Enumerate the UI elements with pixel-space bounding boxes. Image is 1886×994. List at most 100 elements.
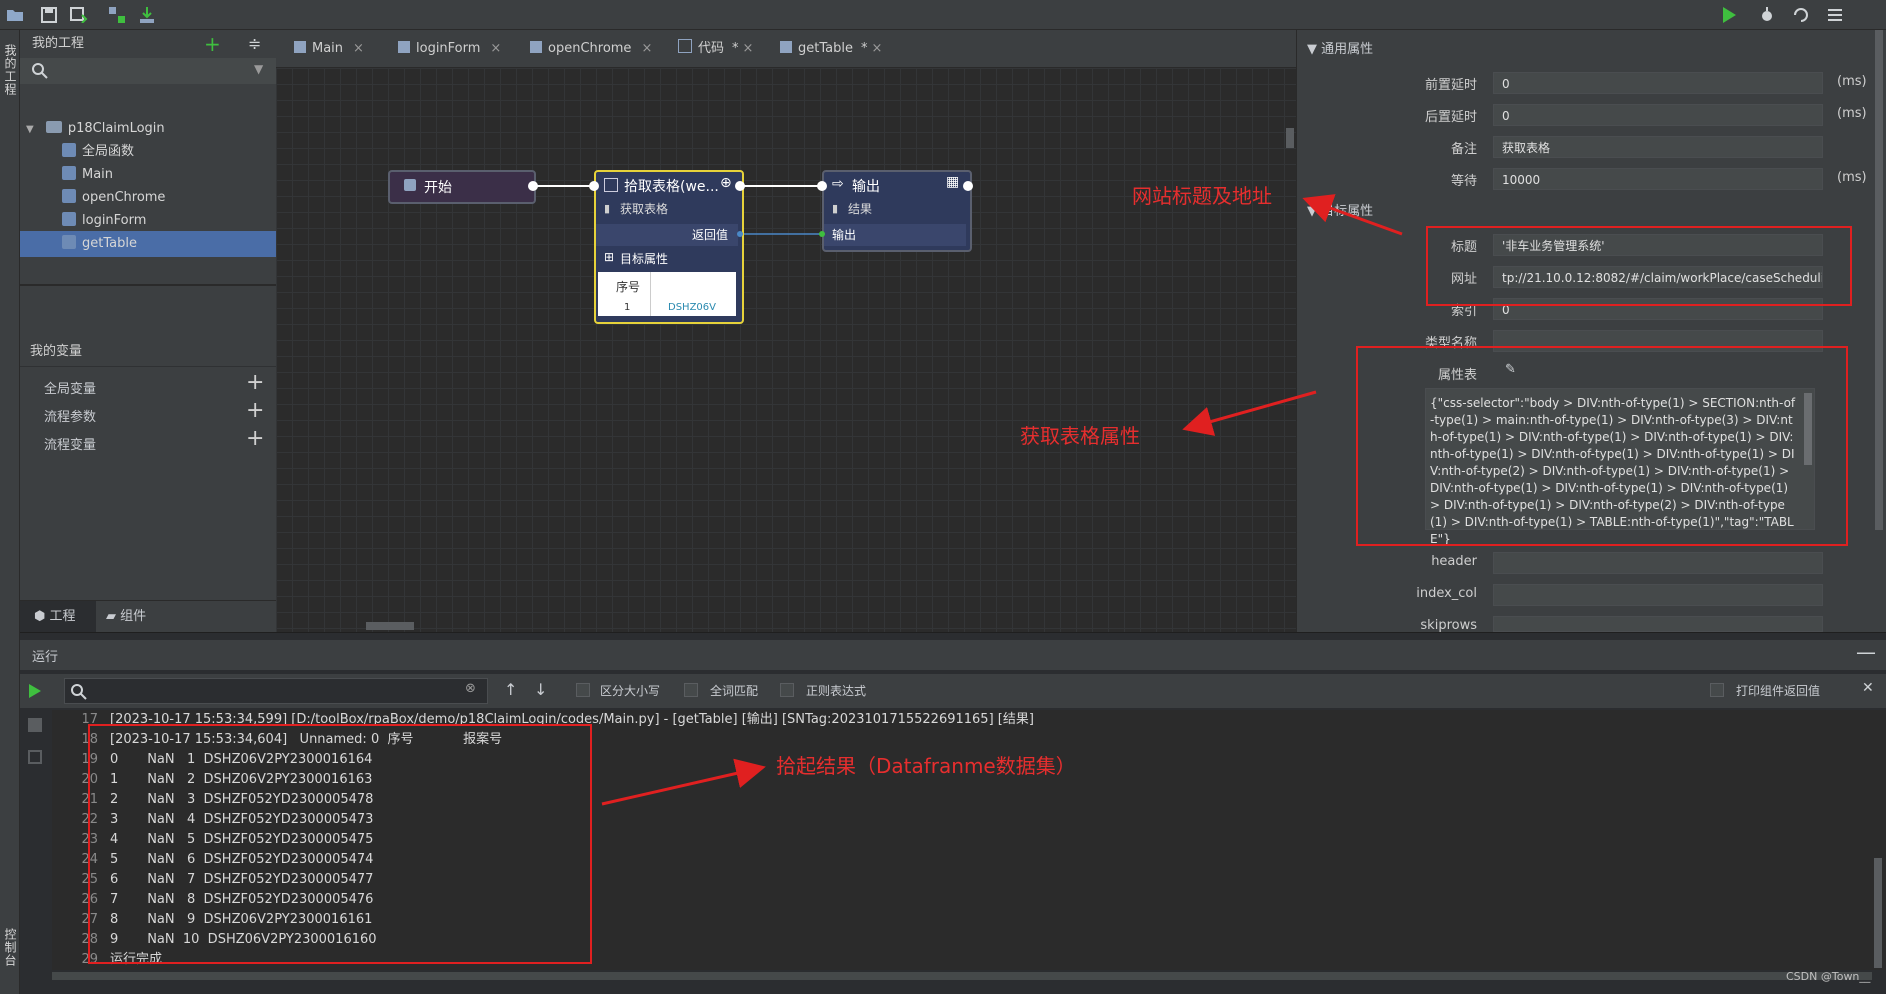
close-icon[interactable]: × <box>641 41 652 56</box>
tree-item-gettable[interactable]: getTable <box>20 231 276 257</box>
whole-word-checkbox[interactable] <box>684 683 698 697</box>
open-folder-icon[interactable] <box>4 4 26 26</box>
console-search-input[interactable]: ⊗ <box>64 678 488 704</box>
annotation-box-site <box>1426 226 1852 306</box>
target-crosshair-icon[interactable]: ⊕ <box>720 175 732 191</box>
expand-arrow-icon[interactable]: ▼ <box>26 124 34 135</box>
output-data-port[interactable] <box>819 231 825 237</box>
add-global-var-icon[interactable]: + <box>246 370 264 395</box>
vars-header: 我的变量 <box>30 344 83 359</box>
tab-gettable[interactable]: getTable * × <box>770 30 896 71</box>
return-label: 返回值 <box>691 228 728 242</box>
tab-label: openChrome <box>548 41 632 56</box>
print-return-checkbox[interactable] <box>1710 683 1724 697</box>
case-sensitive-checkbox[interactable] <box>576 683 590 697</box>
output-port-label: 输出 <box>832 228 857 242</box>
prop-label-header: header <box>1431 554 1477 569</box>
main-toolbar <box>0 0 1886 30</box>
package-icon[interactable] <box>136 4 158 26</box>
preview-col-header: 序号 <box>616 280 641 294</box>
clear-console-icon[interactable] <box>28 750 42 764</box>
remark-input[interactable]: 获取表格 <box>1493 136 1823 158</box>
list-settings-icon[interactable] <box>1824 4 1846 26</box>
tab-openchrome[interactable]: openChrome × <box>520 30 652 68</box>
section-target[interactable]: ▼ 目标属性 <box>1307 200 1373 219</box>
debug-icon[interactable] <box>1756 4 1778 26</box>
tab-loginform[interactable]: loginForm × <box>388 30 501 68</box>
close-icon[interactable]: × <box>490 41 501 56</box>
pre-delay-input[interactable]: 0 <box>1493 72 1823 94</box>
output-node[interactable]: ⇨ 输出 ▦ ▮ 结果 输出 <box>822 170 972 252</box>
output-in-port[interactable] <box>817 181 827 191</box>
file-icon <box>62 212 76 226</box>
canvas-v-scrollbar[interactable] <box>1286 128 1294 148</box>
save-icon[interactable] <box>38 4 60 26</box>
target-attr-label: 目标属性 <box>620 252 669 266</box>
preview-row-index: 1 <box>624 302 631 313</box>
search-dropdown-icon[interactable]: ▼ <box>254 62 263 76</box>
minimize-icon[interactable]: — <box>1856 640 1876 664</box>
var-flow-vars[interactable]: 流程变量 <box>44 434 96 453</box>
post-delay-input[interactable]: 0 <box>1493 104 1823 126</box>
components-icon[interactable] <box>106 4 128 26</box>
close-icon[interactable]: × <box>743 41 754 56</box>
start-out-port[interactable] <box>528 181 538 191</box>
collapse-all-icon[interactable]: ≑ <box>248 34 261 53</box>
var-global[interactable]: 全局变量 <box>44 378 96 397</box>
file-icon <box>62 166 76 180</box>
add-flow-param-icon[interactable]: + <box>246 398 264 423</box>
expand-box-icon[interactable]: ⊞ <box>604 250 614 264</box>
add-project-icon[interactable]: + <box>204 34 221 54</box>
close-icon[interactable]: ✕ <box>1862 680 1874 696</box>
tab-components[interactable]: ▰ 组件 <box>106 601 146 633</box>
header-input[interactable] <box>1493 552 1823 574</box>
table-out-port[interactable] <box>735 181 745 191</box>
return-port[interactable] <box>737 231 743 237</box>
console-h-scrollbar[interactable] <box>52 972 1872 980</box>
run-icon[interactable] <box>1718 4 1740 26</box>
canvas-h-scrollbar[interactable] <box>366 622 414 630</box>
wait-input[interactable]: 10000 <box>1493 168 1823 190</box>
flow-canvas[interactable]: 开始 拾取表格(we... ⊕ ▮ 获取表格 返回值 ⊞ 目标属性 序号 1 D… <box>276 68 1296 632</box>
add-flow-var-icon[interactable]: + <box>246 426 264 451</box>
grid-icon <box>780 41 792 53</box>
tree-item-label: 全局函数 <box>82 144 135 159</box>
grid-menu-icon[interactable]: ▦ <box>946 174 959 190</box>
project-strip-label[interactable]: 我的工程 <box>2 44 19 96</box>
clear-search-icon[interactable]: ⊗ <box>465 681 476 696</box>
rerun-icon[interactable] <box>28 683 42 699</box>
regex-checkbox[interactable] <box>780 683 794 697</box>
tab-project[interactable]: ⬢ 工程 <box>20 601 96 633</box>
index-col-input[interactable] <box>1493 584 1823 606</box>
output-result-label: 结果 <box>848 202 873 216</box>
console-v-scrollbar[interactable] <box>1874 858 1882 968</box>
close-icon[interactable]: × <box>353 41 364 56</box>
section-general[interactable]: ▼ 通用属性 <box>1307 38 1373 57</box>
start-icon <box>404 179 416 191</box>
tab-label: getTable <box>798 41 853 56</box>
next-match-icon[interactable]: ↓ <box>534 680 547 699</box>
divider <box>20 366 276 367</box>
table-node[interactable]: 拾取表格(we... ⊕ ▮ 获取表格 返回值 ⊞ 目标属性 序号 1 DSHZ… <box>594 170 744 324</box>
props-scrollbar[interactable] <box>1875 30 1883 530</box>
prev-match-icon[interactable]: ↑ <box>504 680 517 699</box>
whole-word-label: 全词匹配 <box>710 684 759 698</box>
table-in-port[interactable] <box>589 181 599 191</box>
start-node[interactable]: 开始 <box>388 170 536 204</box>
close-icon[interactable]: × <box>871 41 882 56</box>
stop-icon[interactable] <box>28 718 42 732</box>
skiprows-input[interactable] <box>1493 616 1823 632</box>
tab-main[interactable]: Main × <box>284 30 364 68</box>
output-out-port[interactable] <box>963 181 973 191</box>
var-flow-params[interactable]: 流程参数 <box>44 406 96 425</box>
tree-root-label: p18ClaimLogin <box>67 121 165 136</box>
console-strip-label[interactable]: 控制台 <box>2 928 19 967</box>
footer-credit: CSDN @Town__ <box>1786 970 1871 983</box>
project-search-input[interactable]: ▼ <box>20 58 276 84</box>
save-all-icon[interactable] <box>68 4 90 26</box>
tab-code[interactable]: 代码 * × <box>668 30 753 68</box>
step-icon[interactable] <box>1790 4 1812 26</box>
output-row: 输出 <box>824 224 966 246</box>
regex-label: 正则表达式 <box>806 684 867 698</box>
prop-label-wait: 等待 <box>1450 174 1477 189</box>
